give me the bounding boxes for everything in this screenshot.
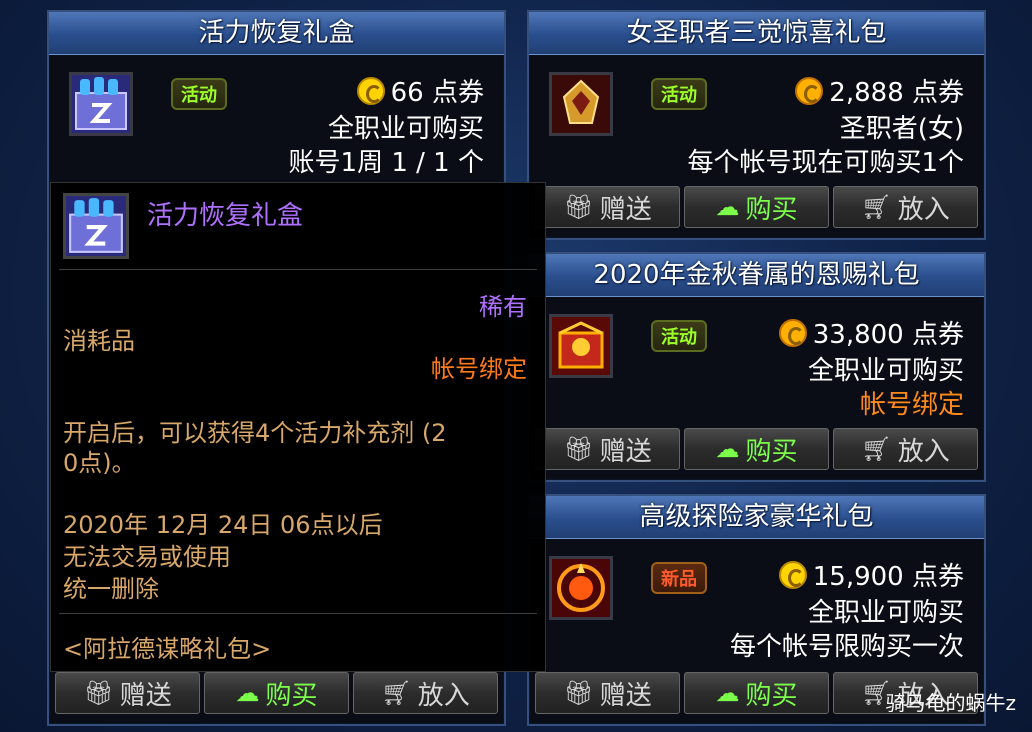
tooltip-description-cont: 0点)。: [63, 449, 136, 477]
tooltip-divider: [59, 613, 537, 614]
buy-label: 购买: [745, 194, 798, 225]
shop-item-card[interactable]: 2020年金秋眷属的恩赐礼包 活动 33,800 点券 全职业可购买 帐号绑定 …: [527, 252, 986, 482]
buy-icon: ☁: [715, 679, 740, 707]
watermark: 骑马龟的蜗牛z: [885, 691, 1017, 715]
account-bind-label: 帐号绑定: [859, 390, 964, 420]
gift-button[interactable]: 🎁︎ 赠送: [535, 428, 680, 470]
tooltip-rarity: 稀有: [479, 293, 527, 321]
price-text: 33,800 点券: [812, 320, 964, 350]
coupon-coin-icon: [356, 76, 385, 105]
tooltip-divider: [59, 269, 537, 270]
cart-label: 放入: [897, 194, 950, 225]
autumn-gift-chest-icon: [549, 314, 613, 378]
cera-point-coin-icon: [795, 76, 824, 105]
item-title: 2020年金秋眷属的恩赐礼包: [529, 254, 984, 297]
purchase-limit: 每个帐号现在可购买1个: [687, 148, 964, 178]
job-restriction: 圣职者(女): [839, 114, 964, 144]
gift-icon: 🎁︎: [563, 679, 594, 707]
job-restriction: 全职业可购买: [807, 598, 964, 628]
event-badge: 活动: [651, 320, 707, 352]
shop-item-card[interactable]: 女圣职者三觉惊喜礼包 活动 2,888 点券 圣职者(女) 每个帐号现在可购买1…: [527, 10, 986, 240]
card-actions: 🎁︎ 赠送 ☁ 购买 🛒︎ 放入: [55, 672, 498, 714]
gift-button[interactable]: 🎁︎ 赠送: [535, 672, 680, 714]
tooltip-item-name: 活力恢复礼盒: [147, 201, 304, 231]
coupon-coin-icon: [778, 560, 807, 589]
purchase-limit: 每个帐号限购买一次: [729, 632, 964, 662]
buy-icon: ☁: [235, 679, 260, 707]
add-to-cart-button[interactable]: 🛒︎ 放入: [353, 672, 498, 714]
price-text: 15,900 点券: [812, 562, 964, 592]
event-badge: 活动: [171, 78, 227, 110]
gift-label: 赠送: [119, 680, 172, 711]
gift-box-icon: [63, 193, 129, 259]
buy-button[interactable]: ☁ 购买: [204, 672, 349, 714]
tooltip-expire-note: 无法交易或使用: [63, 543, 231, 571]
price-text: 2,888 点券: [829, 78, 964, 108]
gift-button[interactable]: 🎁︎ 赠送: [55, 672, 200, 714]
item-price: 2,888 点券: [795, 72, 964, 109]
gift-button[interactable]: 🎁︎ 赠送: [535, 186, 680, 228]
item-tooltip: 活力恢复礼盒 稀有 消耗品 帐号绑定 开启后，可以获得4个活力补充剂 (2 0点…: [50, 182, 546, 672]
priestess-awakening-icon: [549, 72, 613, 136]
tooltip-expire-note2: 统一删除: [63, 575, 159, 603]
gift-icon: 🎁︎: [563, 435, 594, 463]
buy-label: 购买: [745, 680, 798, 711]
add-to-cart-button[interactable]: 🛒︎ 放入: [833, 186, 978, 228]
gift-label: 赠送: [599, 680, 652, 711]
price-text: 66 点券: [390, 78, 484, 108]
buy-label: 购买: [745, 436, 798, 467]
card-actions: 🎁︎ 赠送 ☁ 购买 🛒︎ 放入: [535, 186, 978, 228]
item-price: 66 点券: [356, 72, 484, 109]
cart-icon: 🛒︎: [861, 435, 892, 463]
gift-label: 赠送: [599, 194, 652, 225]
item-title: 高级探险家豪华礼包: [529, 496, 984, 539]
cart-label: 放入: [417, 680, 470, 711]
item-price: 33,800 点券: [778, 314, 964, 351]
cart-icon: 🛒︎: [861, 193, 892, 221]
job-restriction: 全职业可购买: [327, 114, 484, 144]
card-actions: 🎁︎ 赠送 ☁ 购买 🛒︎ 放入: [535, 428, 978, 470]
buy-icon: ☁: [715, 193, 740, 221]
explorer-deluxe-pack-icon: [549, 556, 613, 620]
tooltip-expire-date: 2020年 12月 24日 06点以后: [63, 511, 383, 539]
buy-button[interactable]: ☁ 购买: [684, 428, 829, 470]
new-badge: 新品: [651, 562, 707, 594]
cart-label: 放入: [897, 436, 950, 467]
event-badge: 活动: [651, 78, 707, 110]
item-title: 女圣职者三觉惊喜礼包: [529, 12, 984, 55]
tooltip-source: <阿拉德谋略礼包>: [63, 635, 272, 663]
cera-point-coin-icon: [778, 318, 807, 347]
item-title: 活力恢复礼盒: [49, 12, 504, 55]
buy-icon: ☁: [715, 435, 740, 463]
gift-box-icon: [69, 72, 133, 136]
buy-button[interactable]: ☁ 购买: [684, 186, 829, 228]
cart-icon: 🛒︎: [381, 679, 412, 707]
tooltip-bind-status: 帐号绑定: [431, 355, 527, 383]
buy-label: 购买: [265, 680, 318, 711]
gift-label: 赠送: [599, 436, 652, 467]
gift-icon: 🎁︎: [83, 679, 114, 707]
purchase-limit: 账号1周 1 / 1 个: [288, 148, 484, 178]
gift-icon: 🎁︎: [563, 193, 594, 221]
tooltip-item-type: 消耗品: [63, 327, 135, 355]
buy-button[interactable]: ☁ 购买: [684, 672, 829, 714]
add-to-cart-button[interactable]: 🛒︎ 放入: [833, 428, 978, 470]
job-restriction: 全职业可购买: [807, 356, 964, 386]
item-price: 15,900 点券: [778, 556, 964, 593]
